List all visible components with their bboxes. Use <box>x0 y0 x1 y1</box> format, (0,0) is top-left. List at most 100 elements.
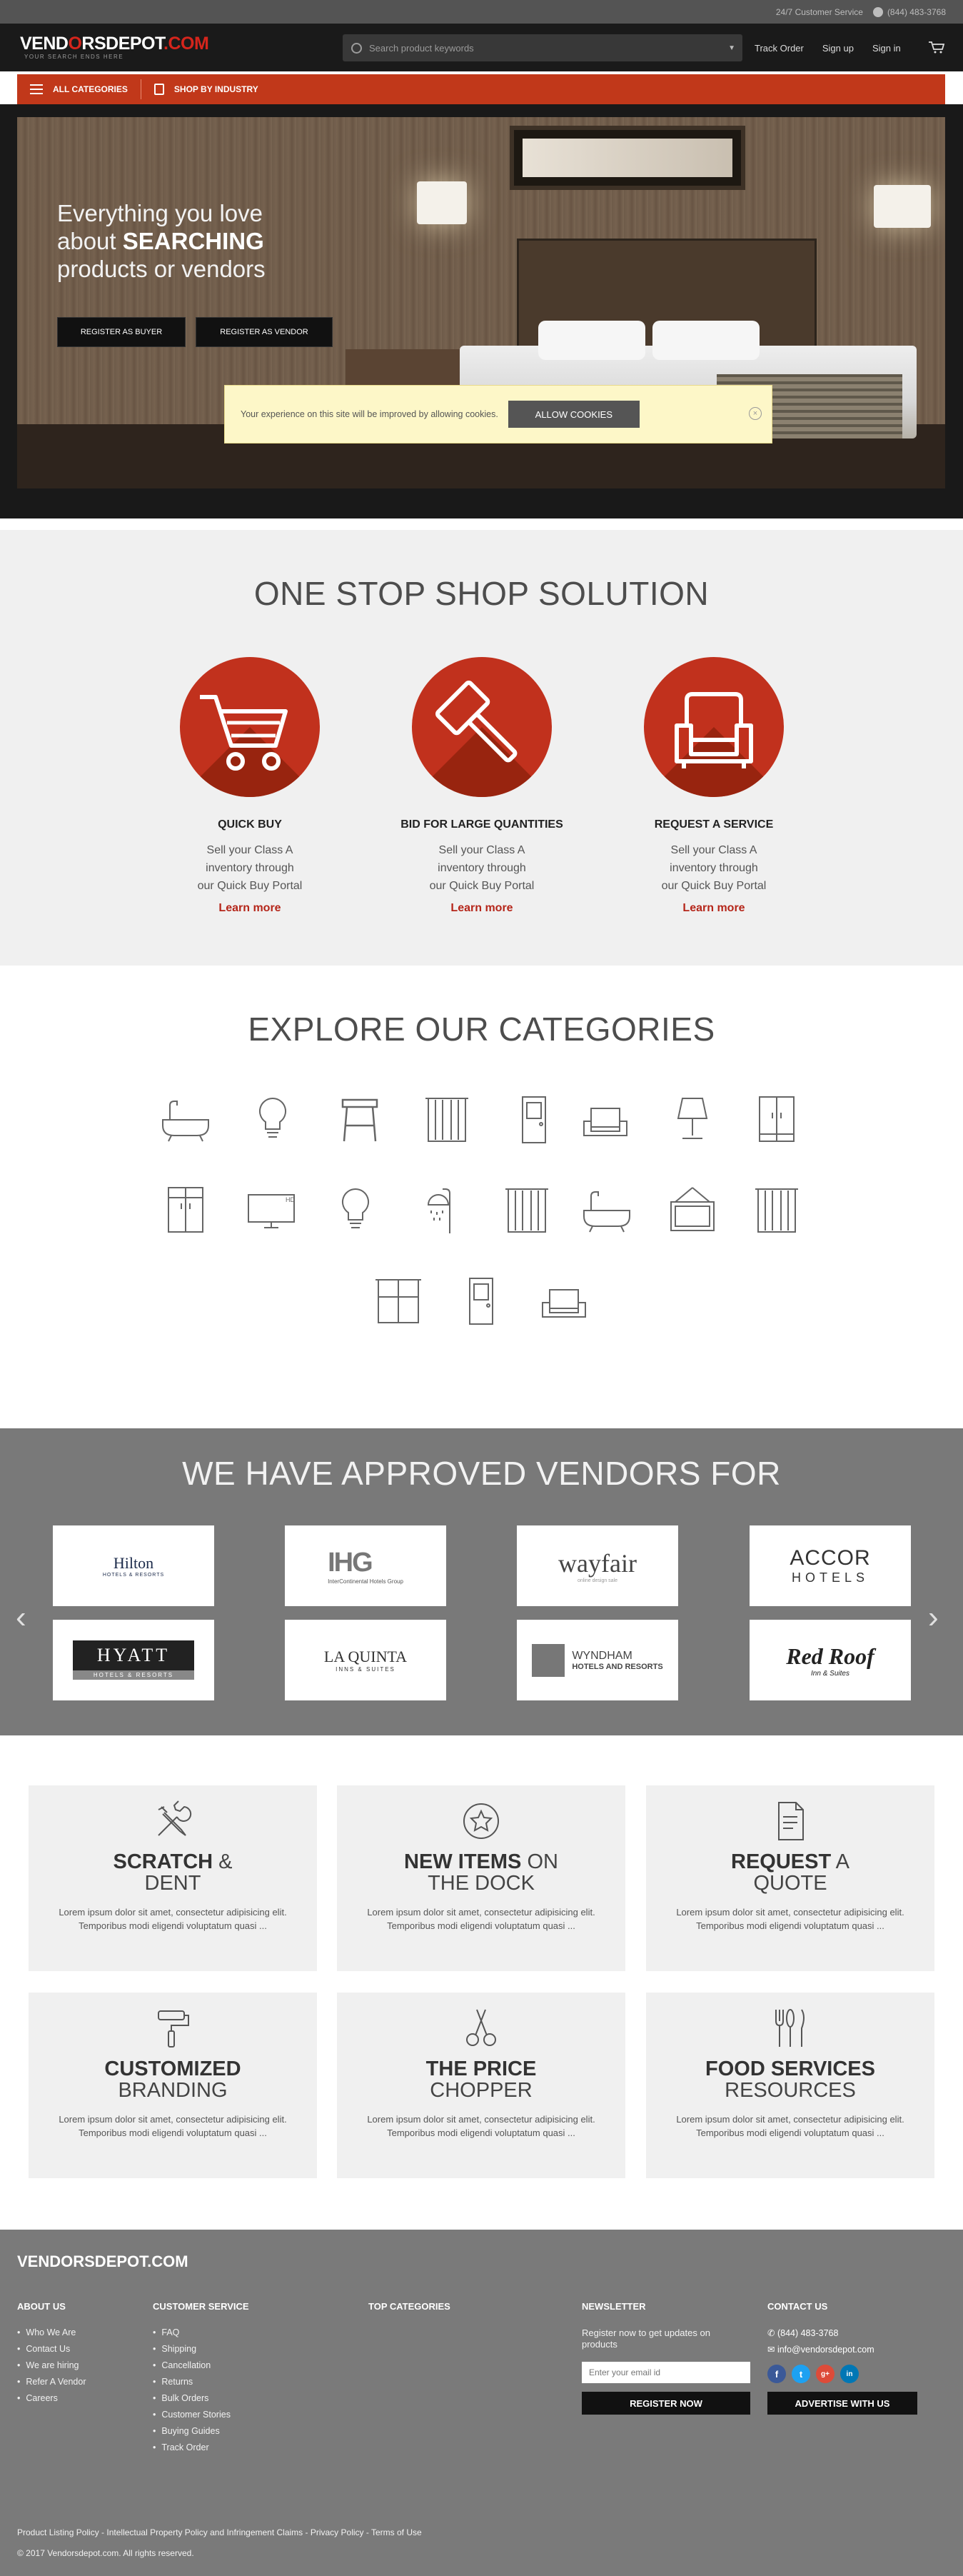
vendor-logo-hilton[interactable]: Hilton HOTELS & RESORTS <box>53 1525 214 1606</box>
card-heading-line2: BRANDING <box>118 2079 228 2102</box>
carousel-prev-arrow[interactable]: ‹ <box>16 1600 26 1635</box>
vendor-logo-wyndham[interactable]: WYNDHAM HOTELS AND RESORTS <box>517 1620 678 1700</box>
twitter-icon[interactable]: t <box>792 2365 810 2383</box>
quick-buy-card: QUICK BUY Sell your Class Ainventory thr… <box>157 657 343 915</box>
learn-more-link[interactable]: Learn more <box>157 902 343 915</box>
close-icon[interactable]: × <box>749 407 762 420</box>
vendor-logo-red-roof[interactable]: Red Roof Inn & Suites <box>750 1620 911 1700</box>
customized-branding-card[interactable]: CUSTOMIZED BRANDING Lorem ipsum dolor si… <box>29 1993 317 2178</box>
footer-link[interactable]: Track Order <box>153 2442 249 2452</box>
categories-section: EXPLORE OUR CATEGORIES HD <box>0 966 963 1428</box>
cart-icon[interactable] <box>928 41 945 54</box>
footer-link[interactable]: Cancellation <box>153 2360 249 2370</box>
price-chopper-card[interactable]: THE PRICE CHOPPER Lorem ipsum dolor sit … <box>337 1993 625 2178</box>
all-categories-button[interactable]: ALL CATEGORIES <box>17 74 141 104</box>
footer-link[interactable]: Who We Are <box>17 2327 86 2337</box>
newsletter-email-field[interactable] <box>582 2362 750 2383</box>
armchair-icon[interactable] <box>537 1274 591 1328</box>
chevron-down-icon[interactable]: ▼ <box>728 44 735 52</box>
linkedin-icon[interactable]: in <box>840 2365 859 2383</box>
footer-link[interactable]: Contact Us <box>17 2344 86 2354</box>
support-phone[interactable]: (844) 483-3768 <box>872 6 946 17</box>
cutlery-icon <box>775 2009 805 2047</box>
request-quote-card[interactable]: REQUEST A QUOTE Lorem ipsum dolor sit am… <box>646 1785 934 1971</box>
vendor-sub: online design sale <box>577 1578 618 1583</box>
vendor-logo-la-quinta[interactable]: LA QUINTA INNS & SUITES <box>285 1620 446 1700</box>
window-icon[interactable] <box>371 1274 425 1328</box>
search-input[interactable] <box>369 42 729 54</box>
contact-email[interactable]: ✉ info@vendorsdepot.com <box>767 2344 917 2355</box>
hero-image-lamp <box>874 185 931 228</box>
armchair-icon <box>644 657 784 797</box>
carousel-next-arrow[interactable]: › <box>928 1600 939 1635</box>
shower-icon[interactable] <box>414 1183 468 1238</box>
card-heading-line1: REQUEST A <box>731 1850 849 1873</box>
wardrobe-icon[interactable] <box>750 1093 804 1147</box>
curtain-icon[interactable] <box>750 1183 804 1238</box>
search-icon[interactable] <box>351 42 362 54</box>
learn-more-link[interactable]: Learn more <box>621 902 807 915</box>
bathtub-icon[interactable] <box>580 1183 634 1238</box>
footer-heading: NEWSLETTER <box>582 2301 646 2312</box>
card-text: Lorem ipsum dolor sit amet, consectetur … <box>676 1907 904 1931</box>
legal-links[interactable]: Product Listing Policy - Intellectual Pr… <box>17 2527 422 2537</box>
footer-link[interactable]: Refer A Vendor <box>17 2377 86 2387</box>
lightbulb-icon[interactable] <box>246 1093 300 1147</box>
section-title: WE HAVE APPROVED VENDORS FOR <box>182 1455 781 1492</box>
footer-logo[interactable]: VENDORSDEPOT.COM <box>17 2252 188 2271</box>
cart-icon <box>180 657 320 797</box>
vendor-logo-accor[interactable]: ACCOR HOTELS <box>750 1525 911 1606</box>
google-plus-icon[interactable]: g+ <box>816 2365 835 2383</box>
register-vendor-button[interactable]: REGISTER AS VENDOR <box>196 317 333 347</box>
search-bar: ▼ <box>343 34 742 61</box>
vendor-logo-wayfair[interactable]: wayfair online design sale <box>517 1525 678 1606</box>
card-heading-line2: THE DOCK <box>428 1872 535 1895</box>
site-logo[interactable]: VENDORSDEPOT.COM <box>20 34 209 54</box>
register-buyer-button[interactable]: REGISTER AS BUYER <box>57 317 186 347</box>
bathtub-icon[interactable] <box>158 1093 213 1147</box>
facebook-icon[interactable]: f <box>767 2365 786 2383</box>
star-badge-icon <box>463 1803 499 1839</box>
track-order-link[interactable]: Track Order <box>755 43 804 54</box>
new-items-card[interactable]: NEW ITEMS ON THE DOCK Lorem ipsum dolor … <box>337 1785 625 1971</box>
door-icon[interactable] <box>454 1274 508 1328</box>
scratch-dent-card[interactable]: SCRATCH & DENT Lorem ipsum dolor sit ame… <box>29 1785 317 1971</box>
tv-icon[interactable]: HD <box>244 1183 298 1238</box>
curtain-icon[interactable] <box>500 1183 554 1238</box>
wardrobe-icon[interactable] <box>158 1183 213 1238</box>
stool-icon[interactable] <box>333 1093 387 1147</box>
footer-link[interactable]: Buying Guides <box>153 2426 249 2436</box>
curtain-icon[interactable] <box>420 1093 474 1147</box>
footer-link[interactable]: Shipping <box>153 2344 249 2354</box>
allow-cookies-button[interactable]: ALLOW COOKIES <box>508 401 640 428</box>
door-icon[interactable] <box>507 1093 561 1147</box>
advertise-button[interactable]: ADVERTISE WITH US <box>767 2392 917 2415</box>
sign-up-link[interactable]: Sign up <box>822 43 854 54</box>
picture-frame-icon[interactable] <box>665 1183 720 1238</box>
newsletter-text: Register now to get updates on products <box>582 2327 710 2350</box>
footer-link[interactable]: Bulk Orders <box>153 2393 249 2403</box>
learn-more-link[interactable]: Learn more <box>389 902 575 915</box>
sign-in-link[interactable]: Sign in <box>872 43 901 54</box>
contact-phone[interactable]: ✆ (844) 483-3768 <box>767 2327 917 2338</box>
register-now-button[interactable]: REGISTER NOW <box>582 2392 750 2415</box>
document-icon <box>778 1802 804 1840</box>
footer-link[interactable]: Careers <box>17 2393 86 2403</box>
footer-contact-column: CONTACT US ✆ (844) 483-3768 ✉ info@vendo… <box>767 2301 917 2415</box>
vendor-name: IHG <box>328 1547 373 1578</box>
lamp-icon[interactable] <box>665 1093 720 1147</box>
vendor-logo-hyatt[interactable]: HYATT HOTELS & RESORTS <box>53 1620 214 1700</box>
lightbulb-icon[interactable] <box>328 1183 383 1238</box>
footer-link[interactable]: FAQ <box>153 2327 249 2337</box>
footer-link[interactable]: Returns <box>153 2377 249 2387</box>
food-services-card[interactable]: FOOD SERVICES RESOURCES Lorem ipsum dolo… <box>646 1993 934 2178</box>
vendor-logo-ihg[interactable]: IHG InterContinental Hotels Group <box>285 1525 446 1606</box>
footer-link[interactable]: We are hiring <box>17 2360 86 2370</box>
armchair-icon[interactable] <box>578 1093 632 1147</box>
card-heading-line1: CUSTOMIZED <box>104 2058 241 2080</box>
logo-tagline: YOUR SEARCH ENDS HERE <box>24 54 124 60</box>
vendor-sub: Inn & Suites <box>811 1669 849 1678</box>
card-heading-line1: SCRATCH & <box>113 1850 233 1873</box>
footer-link[interactable]: Customer Stories <box>153 2410 249 2420</box>
shop-by-industry-button[interactable]: SHOP BY INDUSTRY <box>141 74 271 104</box>
